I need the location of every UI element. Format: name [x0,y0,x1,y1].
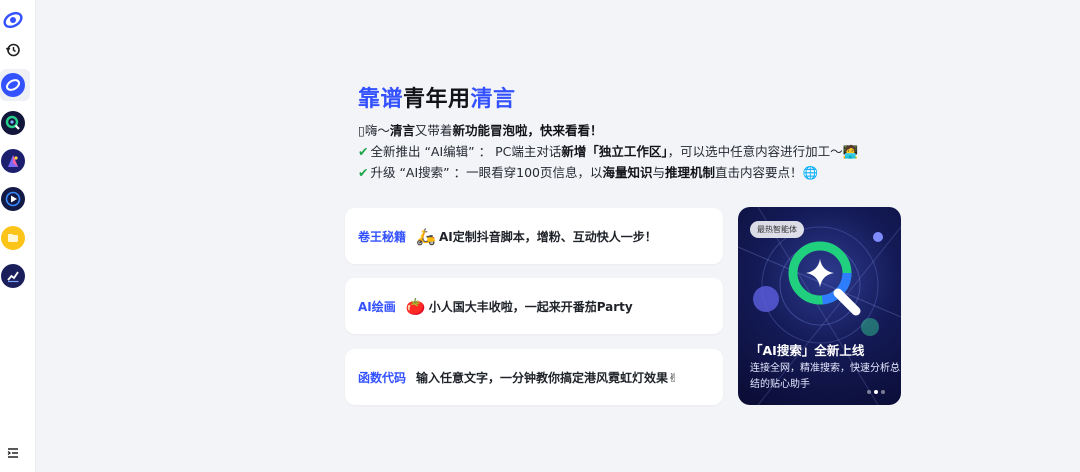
promo-card-ai-search[interactable]: 最热智能体 「AI搜索」全新上线 连接全网，精准搜索，快速分析总结的贴心助手 [738,207,901,405]
chart-agent-icon[interactable] [1,264,25,288]
folder-agent-icon[interactable] [1,226,25,250]
carousel-dot[interactable] [867,390,871,394]
title-part-c: 清言 [470,87,516,112]
history-icon[interactable] [1,38,25,62]
tomato-emoji-icon: 🍅 [405,296,426,316]
line3-text-b: 直击内容要点！ [715,165,803,180]
globe-emoji-icon: 🌐 [802,165,819,180]
suggestion-text: 小人国大丰收啦，一起来开番茄Party [428,299,633,314]
carousel-dot-active[interactable] [874,390,878,394]
video-agent-icon[interactable] [1,187,25,211]
line3-mid: 与 [652,165,666,180]
carousel-dots[interactable] [867,390,885,394]
search-agent-icon[interactable] [1,111,25,135]
qingyan-agent-icon[interactable] [1,73,25,97]
welcome-line-2: ✔ 全新推出 “AI编辑” ： PC端主对话新增「独立工作区」，可以选中任意内容进… [358,141,918,162]
developer-emoji-icon: 🧑‍💻 [842,144,859,159]
line1-bold2: 新功能冒泡啦，快来看看！ [452,123,603,138]
title-part-b: 青年用 [403,87,471,112]
scooter-emoji-icon: 🛵 [416,226,436,246]
suggestion-card[interactable]: AI绘画 🍅 小人国大丰收啦，一起来开番茄Party [345,278,723,334]
welcome-line-3: ✔ 升级 “AI搜索” ：一眼看穿100页信息，以海量知识与推理机制直击内容要点！… [358,162,918,183]
check-icon: ✔ [358,165,369,180]
promo-title: 「AI搜索」全新上线 [750,343,865,358]
sidebar [0,0,36,472]
carousel-dot[interactable] [881,390,885,394]
line1-prefix: 嗨～ [364,123,390,138]
promo-description: 连接全网，精准搜索，快速分析总结的贴心助手 [750,363,900,390]
check-icon: ✔ [358,144,369,159]
menu-collapse-icon[interactable] [1,441,25,465]
line1-bold1: 清言 [389,123,415,138]
welcome-line-1: ▯嗨～清言又带着新功能冒泡啦，快来看看！ [358,120,918,141]
suggestion-label: 函数代码 [358,370,407,385]
suggestion-label: AI绘画 [358,299,396,314]
promo-badge: 最热智能体 [750,221,804,238]
wave-icon: ▯ [358,123,365,138]
drawing-agent-icon[interactable] [1,149,25,173]
line1-mid: 又带着 [414,123,453,138]
line3-bold1: 海量知识 [602,165,653,180]
line3-text-a: 升级 “AI搜索” ：一眼看穿100页信息，以 [370,165,603,180]
suggestion-text: AI定制抖音脚本，增粉、互动快人一步！ [438,229,657,244]
suggestion-label: 卷王秘籍 [358,229,407,244]
welcome-title: 靠谱青年用清言 [358,86,918,114]
suggestion-card[interactable]: 函数代码 输入任意文字，一分钟教你搞定港风霓虹灯效果✌ [345,349,723,405]
welcome-hero: 靠谱青年用清言 ▯嗨～清言又带着新功能冒泡啦，快来看看！ ✔ 全新推出 “AI编辑… [358,86,918,183]
line2-text-a: 全新推出 “AI编辑” ： PC端主对话 [370,144,562,159]
line2-text-b: ，可以选中任意内容进行加工～ [667,144,843,159]
line3-bold2: 推理机制 [665,165,716,180]
suggestion-text: 输入任意文字，一分钟教你搞定港风霓虹灯效果✌ [416,370,679,385]
chatglm-logo-icon[interactable] [1,8,25,32]
line2-bold: 新增「独立工作区」 [561,144,668,159]
suggestion-card[interactable]: 卷王秘籍 🛵 AI定制抖音脚本，增粉、互动快人一步！ [345,208,723,264]
main-area: 靠谱青年用清言 ▯嗨～清言又带着新功能冒泡啦，快来看看！ ✔ 全新推出 “AI编辑… [36,0,1080,472]
title-part-a: 靠谱 [358,87,404,112]
